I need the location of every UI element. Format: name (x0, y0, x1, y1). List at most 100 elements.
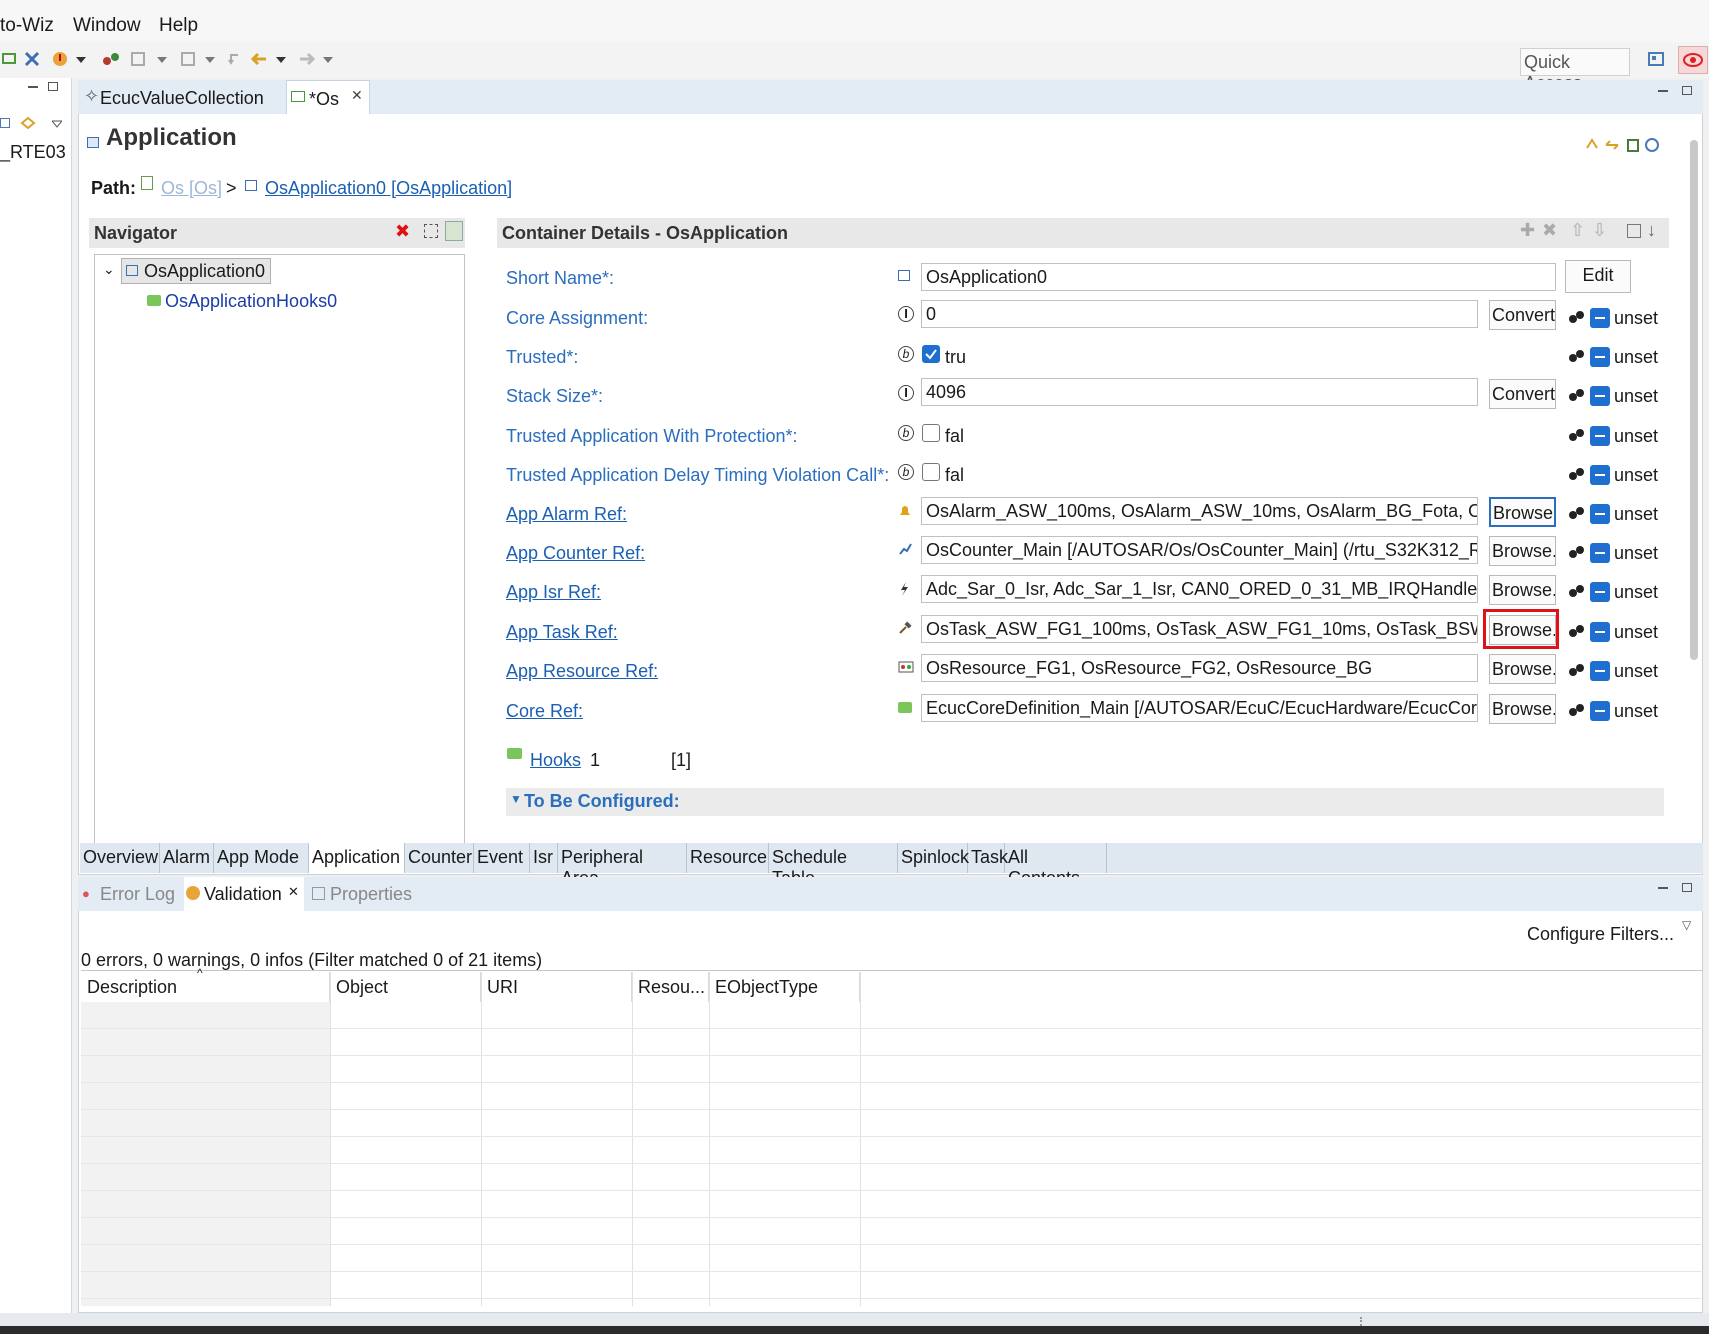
page-tab-app-mode[interactable]: App Mode (214, 843, 309, 873)
tab-validation[interactable]: Validation ✕ (184, 877, 304, 911)
back-icon[interactable] (250, 51, 268, 69)
column-header-object[interactable]: Object (330, 972, 481, 1002)
browse-button[interactable]: Browse... (1489, 497, 1556, 527)
dropdown-arrow-icon[interactable] (322, 51, 340, 69)
move-down-icon[interactable]: ⇩ (1592, 220, 1607, 241)
move-up-icon[interactable]: ⇧ (1570, 220, 1585, 241)
open-perspective-icon[interactable] (1648, 51, 1666, 69)
app-isr-ref-field[interactable]: Adc_Sar_0_Isr, Adc_Sar_1_Isr, CAN0_ORED_… (921, 575, 1478, 603)
short-name-field[interactable]: OsApplication0 (921, 263, 1556, 291)
label-app-alarm-ref[interactable]: App Alarm Ref: (506, 504, 627, 525)
link-editor-icon[interactable] (20, 116, 36, 130)
edit-table-icon[interactable] (1627, 224, 1641, 238)
core-ref-field[interactable]: EcucCoreDefinition_Main [/AUTOSAR/EcuC/E… (921, 694, 1478, 722)
new-icon[interactable] (2, 51, 20, 69)
page-tab-event[interactable]: Event (474, 843, 530, 873)
add-icon[interactable]: ✚ (1520, 220, 1535, 241)
browse-button[interactable]: Browse... (1489, 654, 1556, 684)
browse-button[interactable]: Browse... (1489, 575, 1556, 605)
browse-button[interactable]: Browse... (1489, 536, 1556, 566)
convert-button[interactable]: Convert.. (1489, 300, 1556, 330)
column-header-uri[interactable]: URI (481, 972, 632, 1002)
tab-ecuc-value-collection[interactable]: ✧ EcucValueCollection (78, 80, 274, 114)
minimize-icon[interactable] (1658, 90, 1668, 92)
forward-icon[interactable] (298, 51, 316, 69)
core-assignment-field[interactable]: 0 (921, 300, 1478, 328)
stack-size-field[interactable]: 4096 (921, 378, 1478, 406)
page-tab-all-contents[interactable]: All Contents (1005, 843, 1107, 888)
app-task-ref-field[interactable]: OsTask_ASW_FG1_100ms, OsTask_ASW_FG1_10m… (921, 615, 1478, 643)
label-app-counter-ref[interactable]: App Counter Ref: (506, 543, 645, 564)
tab-properties[interactable]: Properties (312, 884, 412, 905)
edit-button[interactable]: Edit (1565, 260, 1631, 293)
dropdown-arrow-icon[interactable] (275, 51, 293, 69)
configure-filters-link[interactable]: Configure Filters... (1527, 924, 1674, 945)
menu-item-window[interactable]: Window (73, 15, 141, 37)
dropdown-arrow-icon[interactable] (75, 51, 93, 69)
quick-access-field[interactable]: Quick Access (1520, 48, 1630, 93)
app-counter-ref-field[interactable]: OsCounter_Main [/AUTOSAR/Os/OsCounter_Ma… (921, 536, 1478, 564)
link-icon[interactable] (102, 51, 120, 69)
menu-item-help[interactable]: Help (159, 15, 198, 37)
column-header-resource[interactable]: Resou... (632, 972, 709, 1002)
page-tab-spinlock[interactable]: Spinlock (898, 843, 969, 873)
view-menu-icon[interactable] (52, 120, 62, 128)
close-all-icon[interactable] (24, 51, 42, 69)
minimize-icon[interactable] (1658, 887, 1668, 889)
page-tab-counter[interactable]: Counter (405, 843, 474, 873)
collapse-all-icon[interactable] (0, 118, 10, 128)
page-tab-task[interactable]: Task (968, 843, 1008, 873)
label-app-isr-ref[interactable]: App Isr Ref: (506, 582, 601, 603)
maximize-icon[interactable] (1682, 883, 1692, 892)
hooks-link[interactable]: Hooks (530, 750, 581, 771)
app-alarm-ref-field[interactable]: OsAlarm_ASW_100ms, OsAlarm_ASW_10ms, OsA… (921, 497, 1478, 525)
dropdown-arrow-icon[interactable] (204, 51, 222, 69)
close-tab-icon[interactable]: ✕ (288, 884, 299, 900)
page-tab-schedule-table[interactable]: Schedule Table (769, 843, 898, 888)
convert-button[interactable]: Convert.. (1489, 379, 1556, 409)
editor-scrollbar[interactable] (1690, 140, 1698, 660)
tab-os[interactable]: *Os ✕ (286, 80, 370, 114)
browse-button[interactable]: Browse... (1489, 694, 1556, 724)
link-with-editor-icon[interactable] (445, 221, 463, 241)
close-tab-icon[interactable]: ✕ (351, 87, 363, 104)
page-tab-alarm[interactable]: Alarm (160, 843, 214, 873)
breadcrumb-os[interactable]: Os [Os] (161, 178, 222, 199)
delay-timing-checkbox[interactable] (922, 463, 940, 481)
page-tab-resource[interactable]: Resource (687, 843, 769, 873)
minimize-icon[interactable] (28, 86, 38, 88)
delete-icon[interactable]: ✖ (395, 221, 410, 242)
last-edit-icon[interactable] (226, 51, 244, 69)
generate-icon[interactable] (130, 51, 148, 69)
page-tab-peripheral-area[interactable]: Peripheral Area (558, 843, 687, 888)
perspective-icon[interactable] (1678, 46, 1708, 74)
maximize-icon[interactable] (48, 82, 58, 91)
dropdown-arrow-icon[interactable] (156, 51, 174, 69)
column-header-eobjecttype[interactable]: EObjectType (709, 972, 860, 1002)
to-be-configured-section[interactable]: ▼ To Be Configured: (506, 788, 1664, 816)
label-app-resource-ref[interactable]: App Resource Ref: (506, 661, 658, 682)
page-tab-isr[interactable]: Isr (530, 843, 558, 873)
remove-icon[interactable]: ✖ (1542, 220, 1557, 241)
label-core-ref[interactable]: Core Ref: (506, 701, 583, 722)
maximize-icon[interactable] (1682, 86, 1692, 95)
project-label[interactable]: _RTE03 (0, 142, 66, 163)
trusted-protection-checkbox[interactable] (922, 424, 940, 442)
validate-icon[interactable] (52, 51, 70, 69)
app-resource-ref-field[interactable]: OsResource_FG1, OsResource_FG2, OsResour… (921, 654, 1478, 682)
tab-error-log[interactable]: ● Error Log (82, 884, 175, 905)
menu-item-autowiz[interactable]: to-Wiz (0, 15, 54, 37)
expand-all-icon[interactable] (424, 224, 438, 238)
column-header-description[interactable]: Description ^ (81, 966, 330, 1002)
tree-item-osapplication0[interactable]: OsApplication0 (121, 258, 271, 284)
breadcrumb-osapplication0[interactable]: OsApplication0 [OsApplication] (265, 178, 512, 199)
chevron-down-icon[interactable]: ⌄ (103, 261, 115, 278)
page-tab-overview[interactable]: Overview (80, 843, 160, 873)
tree-item-osapplicationhooks0[interactable]: OsApplicationHooks0 (147, 291, 347, 315)
next-annotation-icon[interactable] (180, 51, 198, 69)
page-tab-application[interactable]: Application (309, 843, 405, 873)
view-menu-icon[interactable]: ▽ (1682, 918, 1691, 932)
sort-icon[interactable]: ↓ (1647, 220, 1656, 241)
trusted-checkbox[interactable] (922, 345, 940, 363)
label-app-task-ref[interactable]: App Task Ref: (506, 622, 618, 643)
